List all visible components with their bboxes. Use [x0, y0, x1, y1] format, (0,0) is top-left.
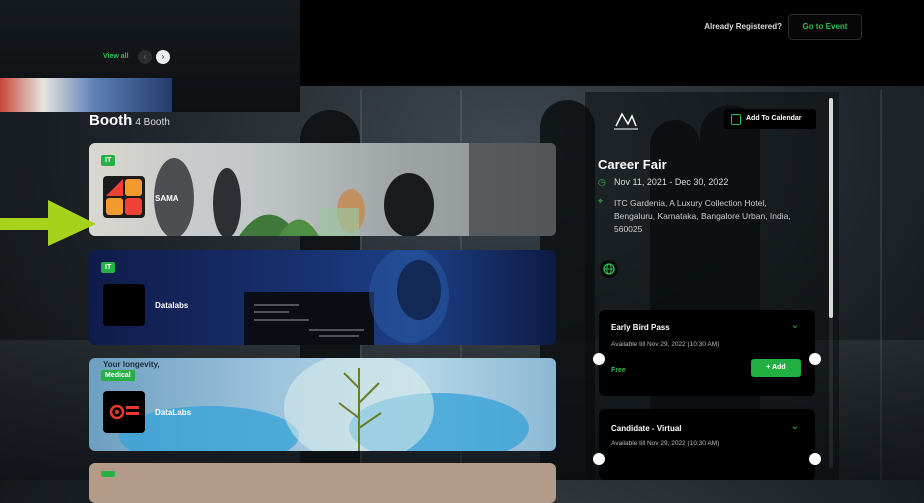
chevron-down-icon[interactable]: ⌄ [791, 421, 799, 432]
website-globe-icon[interactable] [600, 260, 618, 278]
booth-category-tag: IT [101, 155, 116, 166]
clock-icon: ◷ [598, 177, 606, 187]
datalabs-logo [103, 284, 145, 326]
add-ticket-button[interactable]: + Add [751, 359, 801, 377]
add-to-calendar-button[interactable]: Add To Calendar [724, 109, 816, 129]
pointer-arrow-icon [0, 200, 96, 246]
ticket-name: Candidate - Virtual [611, 424, 682, 433]
event-title: Career Fair [598, 157, 667, 172]
booth-name: SAMA [155, 194, 179, 203]
event-location: ITC Gardenia, A Luxury Collection Hotel,… [614, 198, 791, 234]
top-header: Already Registered? Go to Event [300, 0, 924, 86]
booth-category-tag [101, 471, 115, 477]
calendar-icon [731, 114, 741, 125]
booth-name: Datalabs [155, 301, 189, 310]
view-all-link[interactable]: View all [103, 53, 129, 60]
event-organizer-logo [614, 112, 638, 130]
event-date: Nov 11, 2021 - Dec 30, 2022 [614, 177, 729, 187]
ticket-notch [593, 453, 605, 465]
ticket-price: Free [611, 367, 626, 374]
booth-card[interactable]: IT SAMA [89, 143, 556, 236]
office-scene-image [154, 143, 556, 236]
booth-heading: Booth 4 Booth [89, 112, 170, 129]
add-to-calendar-label: Add To Calendar [746, 115, 802, 122]
ticket-name: Early Bird Pass [611, 323, 670, 332]
already-registered-text: Already Registered? [704, 22, 782, 31]
ticket-notch [809, 353, 821, 365]
chevron-right-icon[interactable]: › [156, 50, 170, 64]
data-screen-image [244, 250, 449, 345]
booth-card[interactable]: IT Datalabs [89, 250, 556, 345]
ticket-availability: Available till Nov 29, 2022 (10:30 AM) [611, 440, 720, 447]
booth-category-tag: Medical [101, 370, 135, 381]
booth-name: DataLabs [155, 408, 192, 417]
carousel-thumbnail[interactable] [0, 78, 172, 112]
chevron-down-icon[interactable]: ⌄ [791, 320, 799, 331]
location-pin-icon: ⌖ [598, 196, 604, 206]
booth-category-tag: IT [101, 262, 116, 273]
event-panel-scrollbar-thumb[interactable] [829, 98, 833, 318]
ticket-notch [593, 353, 605, 365]
go-to-event-button[interactable]: Go to Event [788, 14, 862, 40]
ticket-card[interactable]: Early Bird Pass ⌄ Available till Nov 29,… [593, 310, 821, 396]
ticket-card[interactable]: Candidate - Virtual ⌄ Available till Nov… [593, 409, 821, 480]
dato-labs-logo [103, 391, 145, 433]
ticket-notch [809, 453, 821, 465]
booth-count: 4 Booth [135, 117, 170, 128]
carousel-preview: View all ‹ › [0, 0, 300, 112]
chevron-left-icon[interactable]: ‹ [138, 50, 152, 64]
booth-card[interactable]: Your longevity, quality Medical DataLabs [89, 358, 556, 451]
ticket-availability: Available till Nov 29, 2022 (10:30 AM) [611, 341, 720, 348]
booth-title: Booth [89, 112, 133, 129]
sama-logo [103, 176, 145, 218]
booth-card[interactable] [89, 463, 556, 503]
